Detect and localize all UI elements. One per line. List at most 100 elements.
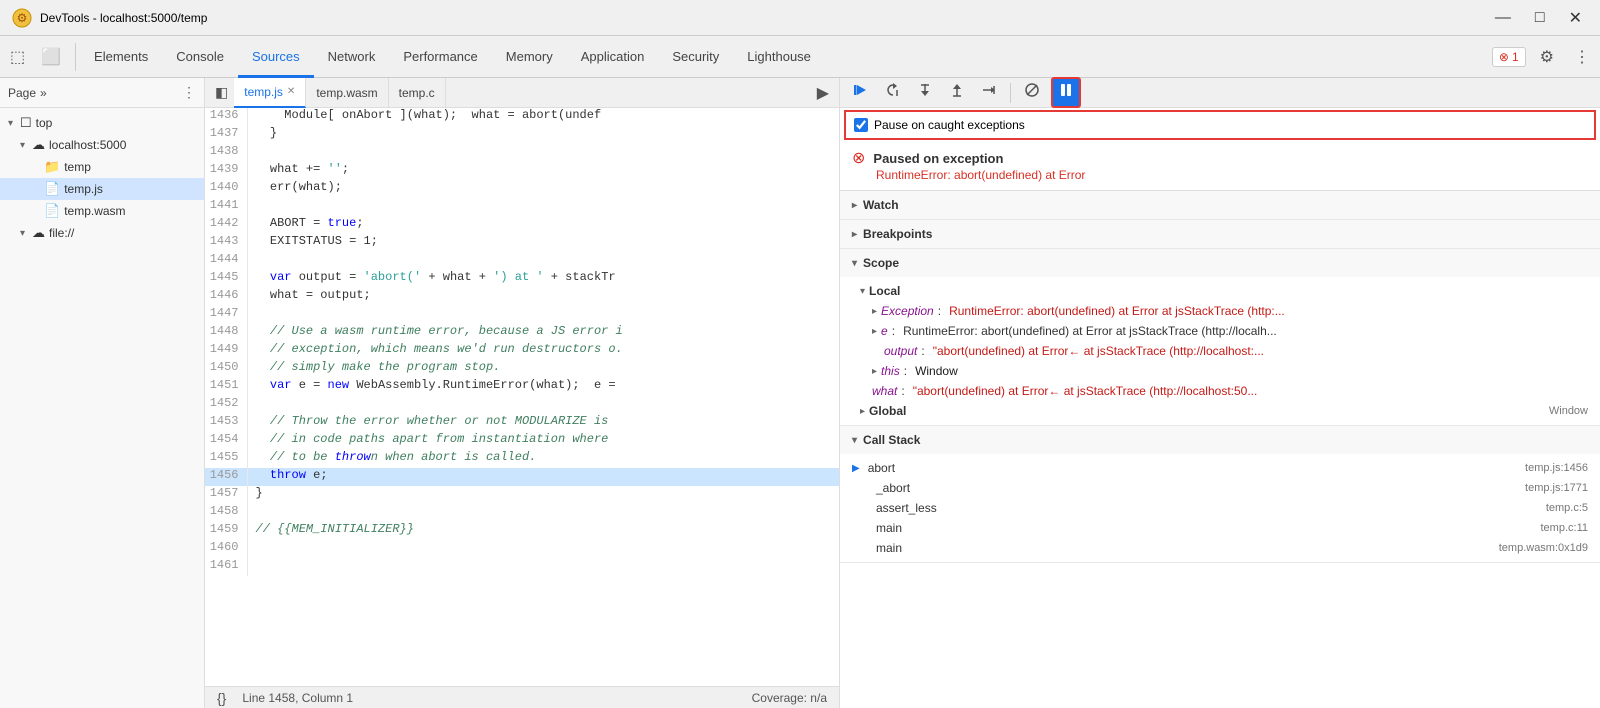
step-button[interactable] xyxy=(976,79,1002,106)
resume-button[interactable] xyxy=(848,79,874,106)
callstack-content: ▶ abort temp.js:1456 _abort temp.js:1771… xyxy=(840,454,1600,562)
line-code-content[interactable]: var output = 'abort(' + what + ') at ' +… xyxy=(247,270,839,288)
callstack-main-2[interactable]: main temp.wasm:0x1d9 xyxy=(840,538,1600,558)
file-tab-temp-js[interactable]: temp.js ✕ xyxy=(234,78,306,108)
line-code-content[interactable]: // Use a wasm runtime error, because a J… xyxy=(247,324,839,342)
line-code-content[interactable]: // to be thrown when abort is called. xyxy=(247,450,839,468)
callstack-name-abort: abort xyxy=(868,461,1517,475)
tree-label-temp-js: temp.js xyxy=(64,182,103,196)
callstack-assert-less[interactable]: assert_less temp.c:5 xyxy=(840,498,1600,518)
file-tab-temp-c[interactable]: temp.c xyxy=(389,78,446,108)
line-number: 1457 xyxy=(205,486,247,504)
line-code-content[interactable]: // {{MEM_INITIALIZER}} xyxy=(247,522,839,540)
minimize-button[interactable]: — xyxy=(1489,6,1517,30)
step-out-button[interactable] xyxy=(944,79,970,106)
pause-on-exceptions-button[interactable] xyxy=(1051,77,1081,108)
line-code-content[interactable] xyxy=(247,540,839,558)
tree-item-file[interactable]: ▾ ☁ file:// xyxy=(0,222,204,244)
breakpoints-arrow: ▸ xyxy=(852,229,857,240)
callstack-section: ▾ Call Stack ▶ abort temp.js:1456 _abort… xyxy=(840,426,1600,563)
line-code-content[interactable]: Module[ onAbort ](what); what = abort(un… xyxy=(247,108,839,126)
line-code-content[interactable] xyxy=(247,504,839,522)
tree-item-localhost[interactable]: ▾ ☁ localhost:5000 xyxy=(0,134,204,156)
tree-item-temp-wasm[interactable]: 📄 temp.wasm xyxy=(0,200,204,222)
scope-global[interactable]: ▸ Global Window xyxy=(840,401,1600,421)
line-code-content[interactable]: // in code paths apart from instantiatio… xyxy=(247,432,839,450)
line-code-content[interactable]: // Throw the error whether or not MODULA… xyxy=(247,414,839,432)
line-code-content[interactable]: } xyxy=(247,126,839,144)
file-navigator-toggle[interactable]: ◧ xyxy=(209,84,234,101)
tree-item-temp-js[interactable]: 📄 temp.js xyxy=(0,178,204,200)
line-code-content[interactable]: what += ''; xyxy=(247,162,839,180)
callstack-_abort[interactable]: _abort temp.js:1771 xyxy=(840,478,1600,498)
tree-item-top[interactable]: ▾ ☐ top xyxy=(0,112,204,134)
watch-header[interactable]: ▸ Watch xyxy=(840,191,1600,219)
line-code-content[interactable]: } xyxy=(247,486,839,504)
tree-label-localhost: localhost:5000 xyxy=(49,138,126,152)
line-code-content[interactable] xyxy=(247,252,839,270)
step-over-button[interactable] xyxy=(880,79,906,106)
maximize-button[interactable]: □ xyxy=(1529,6,1551,30)
tab-security[interactable]: Security xyxy=(658,36,733,78)
run-script-button[interactable]: ▶ xyxy=(811,83,835,103)
callstack-main-1[interactable]: main temp.c:11 xyxy=(840,518,1600,538)
breakpoints-header[interactable]: ▸ Breakpoints xyxy=(840,220,1600,248)
line-code-content[interactable] xyxy=(247,558,839,576)
line-code-content[interactable]: err(what); xyxy=(247,180,839,198)
line-number: 1437 xyxy=(205,126,247,144)
code-table: 1436 Module[ onAbort ](what); what = abo… xyxy=(205,108,839,576)
callstack-header[interactable]: ▾ Call Stack xyxy=(840,426,1600,454)
watch-arrow: ▸ xyxy=(852,200,857,211)
line-code-content[interactable]: // simply make the program stop. xyxy=(247,360,839,378)
step-into-button[interactable] xyxy=(912,79,938,106)
device-toggle-button[interactable]: ⬜ xyxy=(35,43,67,71)
pause-on-caught-checkbox[interactable] xyxy=(854,118,868,132)
code-editor[interactable]: 1436 Module[ onAbort ](what); what = abo… xyxy=(205,108,839,686)
scope-this[interactable]: ▸ this : Window xyxy=(840,361,1600,381)
line-code-content[interactable] xyxy=(247,306,839,324)
scope-section: ▾ Scope ▾ Local ▸ Exception : RuntimeErr… xyxy=(840,249,1600,426)
file-tab-temp-wasm[interactable]: temp.wasm xyxy=(306,78,388,108)
line-code-content[interactable] xyxy=(247,396,839,414)
line-code-content[interactable] xyxy=(247,144,839,162)
exception-value: RuntimeError: abort(undefined) at Error … xyxy=(949,304,1285,318)
scope-header[interactable]: ▾ Scope xyxy=(840,249,1600,277)
sidebar-more-button[interactable]: ⋮ xyxy=(182,84,196,101)
line-code-content[interactable]: EXITSTATUS = 1; xyxy=(247,234,839,252)
tab-elements[interactable]: Elements xyxy=(80,36,162,78)
line-code-content[interactable]: var e = new WebAssembly.RuntimeError(wha… xyxy=(247,378,839,396)
tab-bar-left-controls: ⬚ ⬜ xyxy=(4,43,76,71)
code-line-1448: 1448 // Use a wasm runtime error, becaus… xyxy=(205,324,839,342)
scope-e[interactable]: ▸ e : RuntimeError: abort(undefined) at … xyxy=(840,321,1600,341)
tab-memory[interactable]: Memory xyxy=(492,36,567,78)
tab-application[interactable]: Application xyxy=(567,36,659,78)
file-tab-label-temp-c: temp.c xyxy=(399,86,435,100)
line-code-content[interactable]: what = output; xyxy=(247,288,839,306)
callstack-abort[interactable]: ▶ abort temp.js:1456 xyxy=(840,458,1600,478)
scope-exception[interactable]: ▸ Exception : RuntimeError: abort(undefi… xyxy=(840,301,1600,321)
close-button[interactable]: ✕ xyxy=(1563,6,1588,30)
line-code-content[interactable] xyxy=(247,198,839,216)
line-code-content[interactable]: // exception, which means we'd run destr… xyxy=(247,342,839,360)
what-key: what xyxy=(872,384,897,398)
tab-lighthouse[interactable]: Lighthouse xyxy=(733,36,825,78)
tab-console[interactable]: Console xyxy=(162,36,238,78)
callstack-loc-abort: temp.js:1456 xyxy=(1525,462,1588,474)
settings-button[interactable]: ⚙ xyxy=(1534,43,1560,71)
more-options-button[interactable]: ⋮ xyxy=(1568,43,1596,71)
error-count-badge[interactable]: ⊗ 1 xyxy=(1492,47,1526,67)
deactivate-breakpoints-button[interactable] xyxy=(1019,79,1045,106)
callstack-arrow-abort: ▶ xyxy=(852,463,860,474)
tree-item-temp-folder[interactable]: ▸ 📁 temp xyxy=(0,156,204,178)
exception-key: Exception xyxy=(881,304,934,318)
scope-local-header[interactable]: ▾ Local xyxy=(840,281,1600,301)
paused-error-message: RuntimeError: abort(undefined) at Error xyxy=(852,168,1085,182)
tab-network[interactable]: Network xyxy=(314,36,390,78)
close-tab-temp-js[interactable]: ✕ xyxy=(287,86,295,97)
line-code-content[interactable]: throw e; xyxy=(247,468,839,486)
tab-performance[interactable]: Performance xyxy=(389,36,491,78)
line-code-content[interactable]: ABORT = true; xyxy=(247,216,839,234)
tab-sources[interactable]: Sources xyxy=(238,36,314,78)
code-line-1450: 1450 // simply make the program stop. xyxy=(205,360,839,378)
inspect-element-button[interactable]: ⬚ xyxy=(4,43,31,71)
